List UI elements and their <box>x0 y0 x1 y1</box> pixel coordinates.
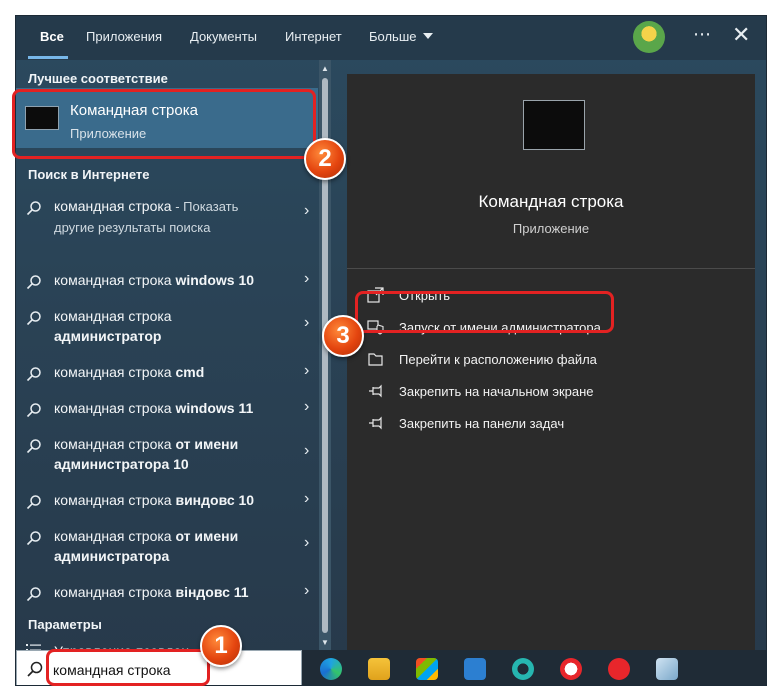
preview-title: Командная строка <box>478 192 624 211</box>
web-result-text: командная строка cmd <box>54 364 205 380</box>
highlight-search-box <box>46 649 210 686</box>
search-icon <box>26 367 41 382</box>
web-result-item[interactable]: командная строка администратор › <box>16 306 318 350</box>
open-file-location-label: Перейти к расположению файла <box>399 352 597 367</box>
pin-icon <box>369 384 382 398</box>
tab-documents[interactable]: Документы <box>190 29 257 44</box>
web-result-item[interactable]: командная строка windows 11 › <box>16 398 318 424</box>
taskbar <box>302 650 766 685</box>
web-result-text: командная строка windows 11 <box>54 400 254 416</box>
step-badge-2: 2 <box>304 138 346 180</box>
settings-heading: Параметры <box>28 617 102 632</box>
chevron-right-icon[interactable]: › <box>304 442 309 460</box>
pin-icon <box>369 416 382 430</box>
edge-icon[interactable] <box>320 658 342 680</box>
scroll-down-icon[interactable]: ▼ <box>321 638 329 647</box>
pin-to-start-label: Закрепить на начальном экране <box>399 384 594 399</box>
web-result-item[interactable]: командная строка от имени администратора… <box>16 526 318 570</box>
app-icon[interactable] <box>512 658 534 680</box>
open-file-location-action[interactable]: Перейти к расположению файла <box>367 350 627 370</box>
close-icon[interactable]: ✕ <box>732 24 750 46</box>
chevron-right-icon[interactable]: › <box>304 534 309 552</box>
search-icon <box>26 439 41 454</box>
search-icon <box>26 587 41 602</box>
search-icon <box>26 531 41 546</box>
search-icon <box>26 311 41 326</box>
web-result-item[interactable]: командная строка windows 10 › <box>16 270 318 296</box>
chevron-right-icon[interactable]: › <box>304 314 309 332</box>
web-result-item[interactable]: командная строка - Показать другие резуль… <box>16 192 318 240</box>
search-icon <box>26 275 41 290</box>
chevron-right-icon[interactable]: › <box>304 398 309 416</box>
web-result-text: командная строка от имени администратора <box>54 528 239 564</box>
notepad-icon[interactable] <box>656 658 678 680</box>
tab-more-label: Больше <box>369 29 417 44</box>
mail-icon[interactable] <box>464 658 486 680</box>
active-tab-indicator <box>28 56 68 59</box>
web-result-item[interactable]: командная строка cmd › <box>16 362 318 388</box>
web-result-text: командная строка - Показать другие резуль… <box>54 198 239 235</box>
pin-to-taskbar-action[interactable]: Закрепить на панели задач <box>367 414 627 434</box>
chevron-right-icon[interactable]: › <box>304 582 309 600</box>
step-badge-1: 1 <box>200 625 242 667</box>
web-result-item[interactable]: командная строка виндовс 10 › <box>16 490 318 516</box>
yandex-icon[interactable] <box>608 658 630 680</box>
web-result-item[interactable]: командная строка от имени администратора… <box>16 434 318 478</box>
file-explorer-icon[interactable] <box>368 658 390 680</box>
chevron-right-icon[interactable]: › <box>304 270 309 288</box>
preview-divider <box>347 268 755 269</box>
user-avatar[interactable] <box>633 21 665 53</box>
web-search-heading: Поиск в Интернете <box>28 167 150 182</box>
highlight-run-as-admin <box>355 291 614 333</box>
command-prompt-large-icon <box>523 100 585 150</box>
folder-icon <box>368 353 383 366</box>
chevron-right-icon[interactable]: › <box>304 202 309 220</box>
caret-down-icon <box>422 33 433 39</box>
search-icon <box>26 201 41 216</box>
pin-to-taskbar-label: Закрепить на панели задач <box>399 416 565 431</box>
yandex-browser-icon[interactable] <box>560 658 582 680</box>
search-icon <box>26 495 41 510</box>
scroll-up-icon[interactable]: ▲ <box>321 64 329 73</box>
web-result-text: командная строка администратор <box>54 308 172 344</box>
web-result-item[interactable]: командная строка віндовс 11 › <box>16 582 318 608</box>
store-icon[interactable] <box>416 658 438 680</box>
pin-to-start-action[interactable]: Закрепить на начальном экране <box>367 382 627 402</box>
tab-all[interactable]: Все <box>40 29 64 44</box>
chevron-right-icon[interactable]: › <box>304 362 309 380</box>
tab-bar: Все Приложения Документы Интернет Больше… <box>16 16 766 60</box>
search-icon <box>26 403 41 418</box>
step-badge-3: 3 <box>322 315 364 357</box>
highlight-best-match <box>12 89 316 159</box>
search-icon <box>27 661 43 677</box>
web-result-text: командная строка виндовс 10 <box>54 492 255 508</box>
best-match-heading: Лучшее соответствие <box>28 71 168 86</box>
tab-internet[interactable]: Интернет <box>285 29 342 44</box>
tab-more[interactable]: Больше <box>369 29 433 44</box>
preview-panel: Командная строка Приложение Открыть Запу… <box>347 74 755 650</box>
more-options-icon[interactable]: ⋯ <box>693 24 712 45</box>
web-result-text: командная строка от имени администратора… <box>54 436 239 472</box>
web-result-text: командная строка windows 10 <box>54 272 255 288</box>
tab-apps[interactable]: Приложения <box>86 29 162 44</box>
chevron-right-icon[interactable]: › <box>304 490 309 508</box>
web-result-text: командная строка віндовс 11 <box>54 584 249 600</box>
preview-subtitle: Приложение <box>512 221 590 236</box>
